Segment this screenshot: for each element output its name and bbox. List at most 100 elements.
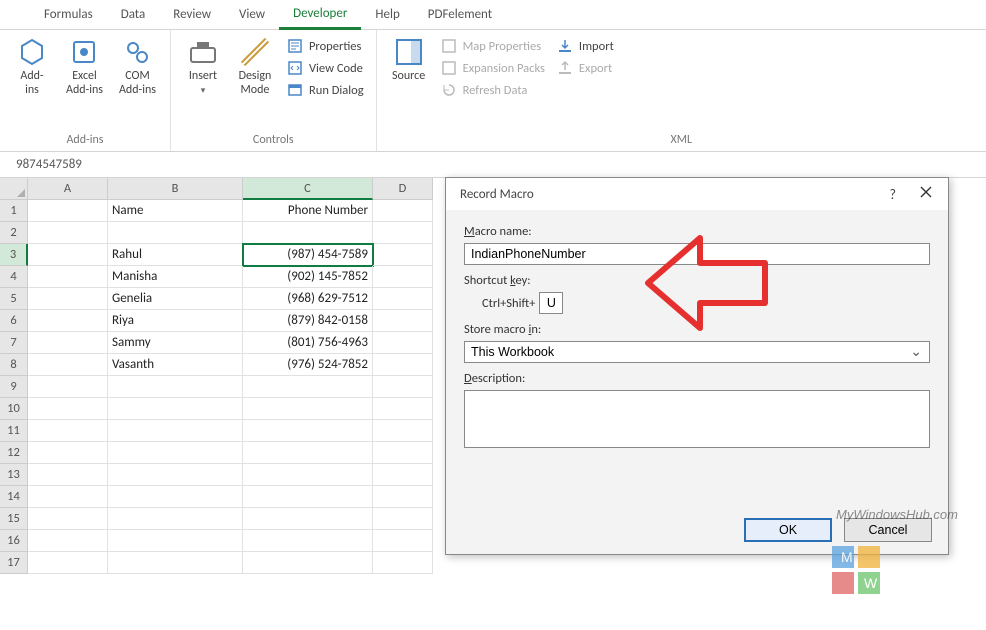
cell[interactable]: [28, 398, 108, 420]
cell[interactable]: Phone Number: [243, 200, 373, 222]
row-header[interactable]: 15: [0, 508, 28, 530]
shortcut-key-input[interactable]: [539, 292, 563, 314]
col-header-C[interactable]: C: [243, 178, 373, 200]
com-addins-button[interactable]: COMAdd-ins: [113, 32, 162, 102]
excel-addins-button[interactable]: ExcelAdd-ins: [60, 32, 109, 102]
cell[interactable]: (801) 756-4963: [243, 332, 373, 354]
cell[interactable]: [373, 354, 433, 376]
row-header[interactable]: 10: [0, 398, 28, 420]
row-header[interactable]: 5: [0, 288, 28, 310]
cell[interactable]: [243, 398, 373, 420]
row-header[interactable]: 17: [0, 552, 28, 574]
cell[interactable]: [243, 420, 373, 442]
cell[interactable]: [28, 222, 108, 244]
menu-tab-pdfelement[interactable]: PDFelement: [414, 1, 506, 28]
cell[interactable]: [373, 376, 433, 398]
cell[interactable]: [28, 420, 108, 442]
cell[interactable]: [28, 244, 108, 266]
cell[interactable]: Name: [108, 200, 243, 222]
cell[interactable]: [108, 552, 243, 574]
cell[interactable]: [28, 486, 108, 508]
cell[interactable]: Genelia: [108, 288, 243, 310]
cell[interactable]: [28, 552, 108, 574]
cell[interactable]: [108, 420, 243, 442]
row-header[interactable]: 2: [0, 222, 28, 244]
cell[interactable]: [28, 200, 108, 222]
row-header[interactable]: 12: [0, 442, 28, 464]
row-header[interactable]: 1: [0, 200, 28, 222]
expansion-packs-button[interactable]: Expansion Packs: [437, 58, 549, 78]
row-header[interactable]: 8: [0, 354, 28, 376]
cell[interactable]: [28, 332, 108, 354]
row-header[interactable]: 16: [0, 530, 28, 552]
cell[interactable]: [243, 222, 373, 244]
cell[interactable]: [28, 376, 108, 398]
cell[interactable]: (987) 454-7589: [243, 244, 373, 266]
cell[interactable]: (968) 629-7512: [243, 288, 373, 310]
menu-tab-data[interactable]: Data: [107, 1, 160, 28]
store-macro-select[interactable]: This Workbook: [464, 341, 930, 363]
cell[interactable]: [108, 398, 243, 420]
run-dialog-button[interactable]: Run Dialog: [283, 80, 368, 100]
row-header[interactable]: 11: [0, 420, 28, 442]
properties-button[interactable]: Properties: [283, 36, 368, 56]
view-code-button[interactable]: View Code: [283, 58, 368, 78]
cell[interactable]: [108, 222, 243, 244]
map-properties-button[interactable]: Map Properties: [437, 36, 549, 56]
cell[interactable]: [243, 530, 373, 552]
cell[interactable]: [28, 310, 108, 332]
cell[interactable]: [108, 530, 243, 552]
cell[interactable]: Manisha: [108, 266, 243, 288]
select-all-corner[interactable]: [0, 178, 28, 200]
cell[interactable]: [373, 464, 433, 486]
cell[interactable]: [28, 530, 108, 552]
col-header-A[interactable]: A: [28, 178, 108, 200]
cell[interactable]: [243, 486, 373, 508]
row-header[interactable]: 4: [0, 266, 28, 288]
cell[interactable]: [373, 486, 433, 508]
import-button[interactable]: Import: [553, 36, 618, 56]
row-header[interactable]: 3: [0, 244, 28, 266]
source-button[interactable]: Source: [385, 32, 433, 88]
formula-bar[interactable]: 9874547589: [0, 152, 986, 178]
design-mode-button[interactable]: DesignMode: [231, 32, 279, 102]
cell[interactable]: [373, 222, 433, 244]
menu-tab-help[interactable]: Help: [361, 1, 413, 28]
row-header[interactable]: 14: [0, 486, 28, 508]
help-button[interactable]: ?: [890, 186, 897, 203]
cell[interactable]: [108, 464, 243, 486]
cell[interactable]: [373, 266, 433, 288]
menu-tab-review[interactable]: Review: [159, 1, 225, 28]
cell[interactable]: (976) 524-7852: [243, 354, 373, 376]
cell[interactable]: [243, 442, 373, 464]
insert-button[interactable]: Insert▾: [179, 32, 227, 102]
cell[interactable]: [243, 508, 373, 530]
cell[interactable]: (879) 842-0158: [243, 310, 373, 332]
cell[interactable]: [243, 552, 373, 574]
cell[interactable]: Rahul: [108, 244, 243, 266]
menu-tab-developer[interactable]: Developer: [279, 0, 361, 30]
cell[interactable]: [373, 332, 433, 354]
row-header[interactable]: 13: [0, 464, 28, 486]
cell[interactable]: [373, 200, 433, 222]
refresh-data-button[interactable]: Refresh Data: [437, 80, 549, 100]
cell[interactable]: Riya: [108, 310, 243, 332]
cell[interactable]: [28, 442, 108, 464]
cell[interactable]: [373, 420, 433, 442]
cell[interactable]: [108, 486, 243, 508]
close-button[interactable]: [914, 186, 938, 202]
cell[interactable]: [373, 398, 433, 420]
cell[interactable]: [108, 376, 243, 398]
cell[interactable]: [373, 442, 433, 464]
cell[interactable]: (902) 145-7852: [243, 266, 373, 288]
dialog-titlebar[interactable]: Record Macro ?: [446, 178, 948, 210]
cell[interactable]: [373, 508, 433, 530]
cell[interactable]: [373, 530, 433, 552]
col-header-B[interactable]: B: [108, 178, 243, 200]
ok-button[interactable]: OK: [744, 518, 832, 542]
cell[interactable]: [373, 244, 433, 266]
row-header[interactable]: 6: [0, 310, 28, 332]
description-input[interactable]: [464, 390, 930, 448]
row-header[interactable]: 9: [0, 376, 28, 398]
cell[interactable]: [28, 288, 108, 310]
